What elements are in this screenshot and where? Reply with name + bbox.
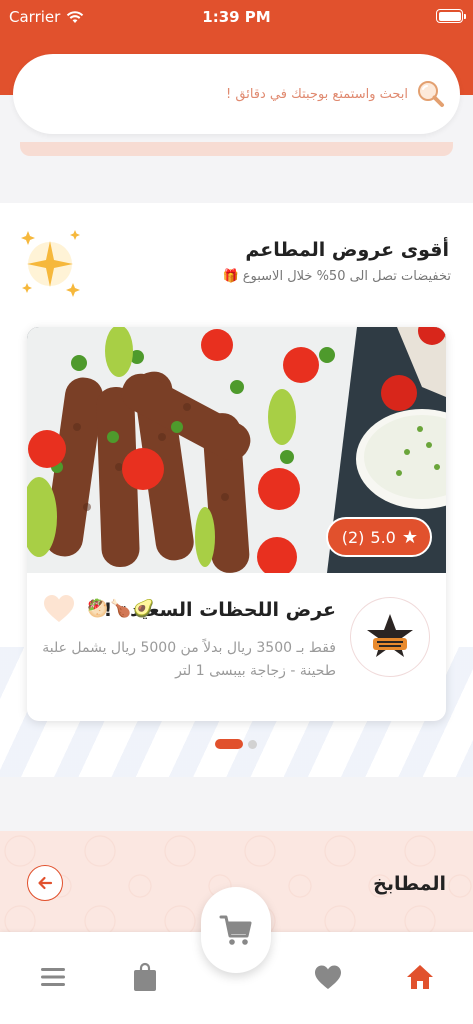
- offers-subtitle: تخفيضات تصل الى 50% خلال الاسبوع 🎁: [223, 269, 451, 284]
- tab-menu[interactable]: [38, 962, 68, 992]
- offer-emojis: 🥙 🍗 🥑: [87, 599, 155, 619]
- arrow-left-icon: [38, 876, 53, 890]
- page-dot-active[interactable]: [215, 739, 243, 749]
- offers-title: أقوى عروض المطاعم: [245, 239, 449, 261]
- star-icon: ★: [401, 526, 418, 548]
- restaurant-logo[interactable]: [350, 597, 430, 677]
- search-input[interactable]: ابحث واستمتع بوجبتك في دقائق !: [13, 54, 460, 134]
- rating-count: (2): [341, 527, 365, 547]
- carousel-pagination: [215, 739, 257, 749]
- home-icon: [407, 965, 433, 989]
- offers-section: أقوى عروض المطاعم تخفيضات تصل الى 50% خل…: [0, 203, 473, 777]
- restaurant-logo-mark: [367, 614, 413, 657]
- favorite-heart-icon[interactable]: [43, 593, 75, 625]
- heart-icon: [315, 965, 341, 989]
- cart-button[interactable]: [201, 887, 271, 973]
- status-bar: Carrier 1:39 PM: [0, 0, 473, 34]
- offers-subtitle-text: تخفيضات تصل الى 50% خلال الاسبوع: [242, 269, 451, 284]
- search-placeholder: ابحث واستمتع بوجبتك في دقائق !: [226, 86, 408, 102]
- page-dot[interactable]: [248, 739, 257, 749]
- tab-home[interactable]: [405, 962, 435, 992]
- avocado-icon: 🥑: [133, 599, 155, 619]
- offer-card[interactable]: (2) 5.0 ★ عرض اللحظات السعيدة ! 🥙 🍗 🥑 فق…: [27, 327, 446, 721]
- chicken-leg-icon: 🍗: [110, 599, 132, 619]
- kitchens-arrow-button[interactable]: [27, 865, 63, 901]
- bag-icon: [134, 962, 156, 991]
- search-icon: [418, 81, 444, 107]
- status-time: 1:39 PM: [202, 8, 271, 26]
- battery-icon: [436, 9, 466, 23]
- rating-badge: (2) 5.0 ★: [325, 517, 432, 557]
- offer-description: فقط بـ 3500 ريال بدلاً من 5000 ريال يشمل…: [42, 640, 336, 679]
- search-underlay: [20, 142, 453, 156]
- menu-icon: [41, 968, 65, 986]
- kitchens-title: المطابخ: [373, 873, 446, 895]
- tab-orders[interactable]: [130, 962, 160, 992]
- falafel-icon: 🥙: [87, 599, 109, 619]
- cart-icon: [219, 915, 252, 945]
- tab-favorites[interactable]: [313, 962, 343, 992]
- rating-value: 5.0: [370, 527, 396, 547]
- sparkle-icon: [21, 230, 80, 297]
- gift-icon: 🎁: [222, 269, 239, 284]
